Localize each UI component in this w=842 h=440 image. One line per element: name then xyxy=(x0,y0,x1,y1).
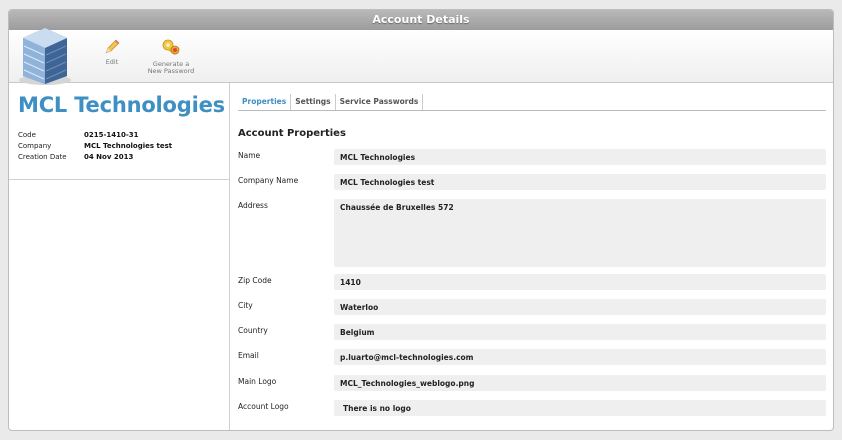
edit-button[interactable]: Edit xyxy=(97,38,127,66)
account-properties-panel: Properties Settings Service Passwords Ac… xyxy=(231,83,833,430)
address-value: Chaussée de Bruxelles 572 xyxy=(334,199,826,267)
edit-label: Edit xyxy=(105,58,119,66)
window-title: Account Details xyxy=(9,10,833,30)
building-icon xyxy=(19,28,71,85)
account-summary-panel: MCL Technologies Code 0215-1410-31 Compa… xyxy=(9,83,230,430)
field-label: Country xyxy=(238,326,268,335)
company-name-value: MCL Technologies test xyxy=(334,174,826,190)
info-row-code: Code 0215-1410-31 xyxy=(18,129,218,140)
info-value: 04 Nov 2013 xyxy=(84,152,134,161)
info-label: Company xyxy=(18,141,52,150)
name-value: MCL Technologies xyxy=(334,149,826,165)
info-value: MCL Technologies test xyxy=(84,141,173,150)
company-title: MCL Technologies xyxy=(18,93,225,117)
field-label: Zip Code xyxy=(238,276,272,285)
field-label: Email xyxy=(238,351,259,360)
pencil-icon xyxy=(105,39,120,54)
company-info: Code 0215-1410-31 Company MCL Technologi… xyxy=(18,129,218,162)
email-value: p.luarto@mcl-technologies.com xyxy=(334,349,826,365)
tab-service-passwords[interactable]: Service Passwords xyxy=(336,94,424,110)
section-title: Account Properties xyxy=(238,128,346,139)
generate-password-button[interactable]: Generate a New Password xyxy=(143,38,199,75)
main-logo-value: MCL_Technologies_weblogo.png xyxy=(334,375,826,391)
city-value: Waterloo xyxy=(334,299,826,315)
divider xyxy=(9,179,230,180)
country-value: Belgium xyxy=(334,324,826,340)
field-label: Account Logo xyxy=(238,402,289,411)
toolbar: Edit Generate a New Password xyxy=(9,28,833,85)
info-value: 0215-1410-31 xyxy=(84,130,139,139)
zip-code-value: 1410 xyxy=(334,274,826,290)
info-label: Code xyxy=(18,130,36,139)
account-details-window: Account Details Edit Generate a New Pass… xyxy=(8,9,834,431)
generate-label-line2: New Password xyxy=(147,67,195,75)
field-label: Main Logo xyxy=(238,377,277,386)
field-label: Name xyxy=(238,151,261,160)
tab-bar: Properties Settings Service Passwords xyxy=(238,94,826,111)
info-label: Creation Date xyxy=(18,152,67,161)
keys-icon xyxy=(162,39,180,56)
info-row-creation-date: Creation Date 04 Nov 2013 xyxy=(18,151,218,162)
field-label: Company Name xyxy=(238,176,299,185)
tab-properties[interactable]: Properties xyxy=(238,94,292,110)
field-label: Address xyxy=(238,201,268,210)
account-logo-value: There is no logo xyxy=(334,400,826,416)
tab-settings[interactable]: Settings xyxy=(291,94,336,110)
info-row-company: Company MCL Technologies test xyxy=(18,140,218,151)
field-label: City xyxy=(238,301,253,310)
